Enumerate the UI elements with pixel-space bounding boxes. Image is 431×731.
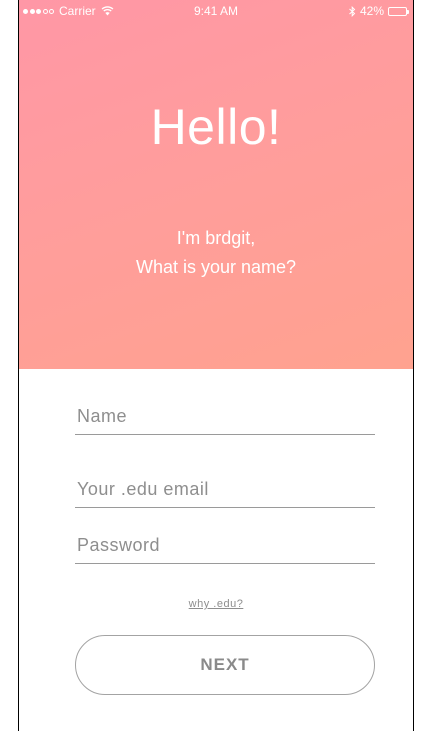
welcome-header: Carrier 9:41 AM 42% Hello! I'm brdgit, W… <box>19 0 413 369</box>
greeting-title: Hello! <box>150 99 282 155</box>
bluetooth-icon <box>349 5 356 17</box>
battery-icon <box>388 6 409 16</box>
subtitle-line-1: I'm brdgit, <box>176 228 256 248</box>
subtitle-line-2: What is your name? <box>135 257 297 277</box>
email-input[interactable] <box>75 472 375 507</box>
phone-screen: Carrier 9:41 AM 42% Hello! I'm brdgit, W… <box>18 0 414 731</box>
email-field[interactable] <box>75 472 375 508</box>
next-button[interactable]: NEXT <box>75 635 375 695</box>
name-input[interactable] <box>75 399 375 434</box>
battery-tip <box>407 9 409 14</box>
password-input[interactable] <box>75 528 375 563</box>
status-bar: Carrier 9:41 AM 42% <box>19 0 413 22</box>
greeting-subtitle: I'm brdgit, What is your name? <box>19 224 413 282</box>
password-field[interactable] <box>75 528 375 564</box>
name-field[interactable] <box>75 399 375 435</box>
status-right: 42% <box>349 4 409 18</box>
battery-percent: 42% <box>359 4 384 18</box>
why-edu-link[interactable]: why .edu? <box>19 598 413 610</box>
